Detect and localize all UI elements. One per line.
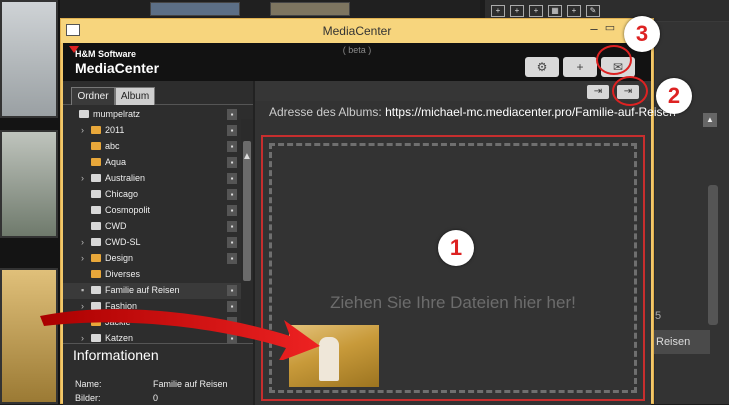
annotation-callout: 2	[656, 78, 692, 114]
share-left-button[interactable]: ⇥	[587, 85, 609, 99]
album-address: Adresse des Albums: https://michael-mc.m…	[269, 105, 676, 119]
toolbar-edit-icon[interactable]: ✎	[586, 5, 600, 17]
tab-album[interactable]: Album	[115, 87, 155, 105]
folder-icon	[91, 126, 101, 134]
tree-item-label: abc	[105, 141, 120, 151]
app-header: H&M Software MediaCenter ( beta ) ⚙ + ✉	[63, 43, 651, 81]
tree-item-label: Aqua	[105, 157, 127, 167]
main-toolbar: ⇥ ⇥	[255, 81, 651, 101]
folder-icon	[91, 142, 101, 150]
lock-icon[interactable]: ▪	[227, 205, 237, 216]
lock-icon[interactable]: ▪	[227, 173, 237, 184]
album-icon	[91, 174, 101, 182]
album-icon	[79, 110, 89, 118]
tree-item[interactable]: › Design ▪	[63, 251, 241, 267]
tree-item-label: Australien	[105, 173, 146, 183]
info-images-value: 0	[153, 393, 159, 403]
album-icon	[91, 206, 101, 214]
lock-icon[interactable]: ▪	[227, 253, 237, 264]
tree-item[interactable]: Cosmopolit ▪	[63, 203, 241, 219]
info-name-value: Familie auf Reisen	[153, 379, 228, 389]
new-folder-button[interactable]: +	[563, 57, 597, 77]
lock-icon[interactable]: ▪	[227, 109, 237, 120]
annotation-callout: 3	[624, 16, 660, 52]
folder-icon	[91, 158, 101, 166]
brand-product: MediaCenter	[75, 60, 160, 76]
settings-button[interactable]: ⚙	[525, 57, 559, 77]
share-icon: ⇥	[593, 86, 603, 97]
background-thumbnail[interactable]	[0, 130, 58, 238]
lock-icon[interactable]: ▪	[227, 125, 237, 136]
album-icon	[91, 238, 101, 246]
background-thumbnail[interactable]	[270, 2, 350, 16]
expand-chevron-icon[interactable]: ›	[81, 173, 84, 183]
window-titlebar[interactable]: MediaCenter – ▭	[61, 19, 653, 43]
toolbar-image-icon[interactable]: +	[510, 5, 524, 17]
tab-ordner[interactable]: Ordner	[71, 87, 115, 105]
tree-scrollbar-thumb[interactable]	[243, 141, 251, 281]
background-thumbnail[interactable]	[0, 0, 58, 118]
tree-item-label: 2011	[105, 125, 125, 135]
tree-item[interactable]: abc ▪	[63, 139, 241, 155]
background-count: 5	[655, 310, 662, 322]
tree-item-label: Design	[105, 253, 134, 263]
tree-item[interactable]: › CWD-SL ▪	[63, 235, 241, 251]
expand-chevron-icon[interactable]: ›	[81, 237, 84, 247]
toolbar-image-icon[interactable]: +	[529, 5, 543, 17]
expand-chevron-icon[interactable]: ›	[81, 125, 84, 135]
album-address-label: Adresse des Albums:	[269, 105, 382, 119]
album-icon	[91, 190, 101, 198]
lock-icon[interactable]: ▪	[227, 237, 237, 248]
gear-icon: ⚙	[536, 60, 548, 74]
lock-icon[interactable]: ▪	[227, 141, 237, 152]
minimize-button[interactable]: –	[586, 21, 602, 39]
tree-item-label: CWD-SL	[105, 237, 141, 247]
folder-icon	[91, 270, 101, 278]
window-title: MediaCenter	[322, 24, 392, 38]
annotation-ring	[596, 45, 632, 75]
tree-item[interactable]: Chicago ▪	[63, 187, 241, 203]
folder-icon	[91, 254, 101, 262]
tree-item-label: mumpelratz	[93, 109, 141, 119]
tree-item-label: Chicago	[105, 189, 139, 199]
tree-item-label: Diverses	[105, 269, 141, 279]
tree-item[interactable]: › 2011 ▪	[63, 123, 241, 139]
tree-item-label: CWD	[105, 221, 127, 231]
annotation-callout: 1	[438, 230, 474, 266]
lock-icon[interactable]: ▪	[227, 157, 237, 168]
expand-chevron-icon[interactable]: ›	[81, 253, 84, 263]
background-top-strip	[60, 0, 480, 18]
annotation-ring	[612, 76, 648, 106]
background-list-item[interactable]: Reisen	[652, 330, 710, 354]
info-images-label: Bilder:	[75, 393, 101, 403]
background-scrollbar[interactable]	[708, 185, 718, 325]
album-icon	[91, 222, 101, 230]
folder-add-icon: +	[576, 60, 584, 74]
tree-item[interactable]: CWD ▪	[63, 219, 241, 235]
info-name-label: Name:	[75, 379, 102, 389]
album-address-url[interactable]: https://michael-mc.mediacenter.pro/Famil…	[385, 105, 676, 119]
toolbar-image-icon[interactable]: +	[567, 5, 581, 17]
tree-item[interactable]: › Australien ▪	[63, 171, 241, 187]
beta-label: ( beta )	[342, 45, 372, 55]
maximize-button[interactable]: ▭	[602, 21, 618, 39]
tree-item[interactable]: Aqua ▪	[63, 155, 241, 171]
lock-icon[interactable]: ▪	[227, 189, 237, 200]
toolbar-image-icon[interactable]: +	[491, 5, 505, 17]
scroll-up-icon[interactable]: ▲	[242, 151, 252, 162]
toolbar-grid-icon[interactable]: ▦	[548, 5, 562, 17]
drag-arrow-icon	[40, 309, 320, 360]
background-thumbnail[interactable]	[150, 2, 240, 16]
tree-item-label: Cosmopolit	[105, 205, 151, 215]
sidebar-tabs: Ordner Album	[63, 87, 253, 105]
lock-icon[interactable]: ▪	[227, 221, 237, 232]
tree-item[interactable]: mumpelratz ▪	[63, 107, 241, 123]
collapse-up-icon[interactable]: ▲	[703, 113, 717, 127]
